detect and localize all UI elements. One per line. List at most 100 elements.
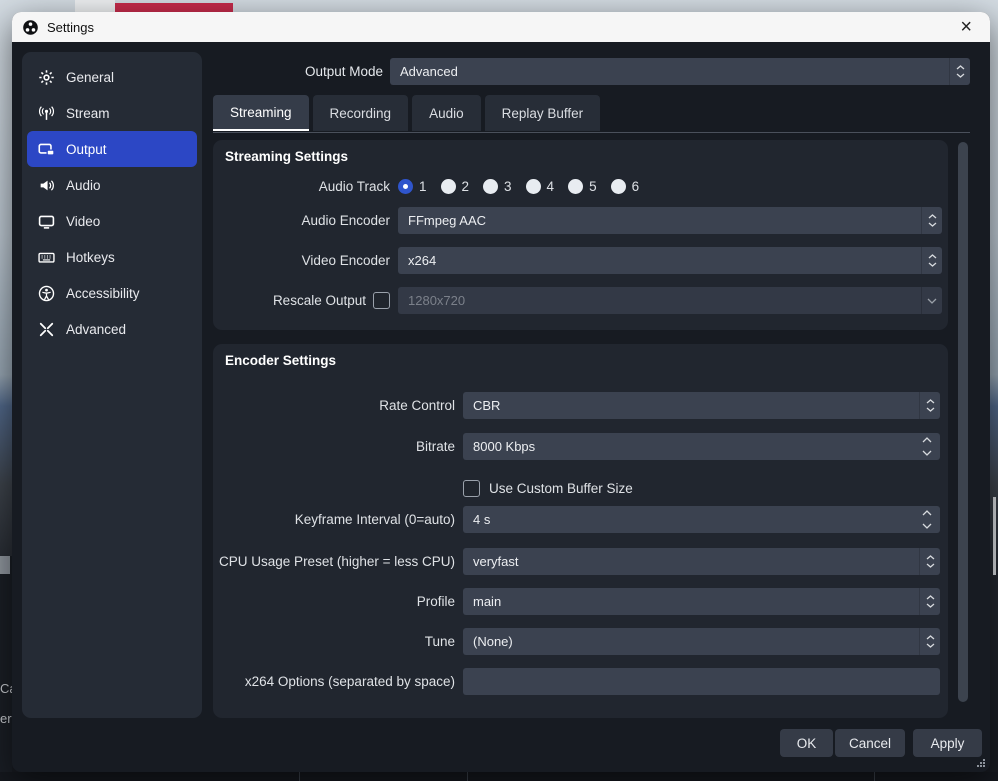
chevron-up-icon [926, 555, 935, 560]
background-bottom-strip [0, 772, 998, 781]
close-icon[interactable]: × [952, 17, 980, 37]
sidebar-item-video[interactable]: Video [27, 203, 197, 239]
content-scrollbar[interactable] [958, 140, 968, 718]
background-left-sliver [0, 556, 12, 781]
spinner[interactable] [921, 207, 942, 234]
radio[interactable] [483, 179, 498, 194]
output-mode-select[interactable]: Advanced [390, 58, 970, 85]
bitrate-spinbox[interactable]: 8000 Kbps [463, 433, 940, 460]
background-left-patch [0, 556, 10, 574]
spinner[interactable] [919, 588, 940, 615]
radio[interactable] [611, 179, 626, 194]
video-encoder-label: Video Encoder [213, 253, 398, 268]
custom-buffer-row: Use Custom Buffer Size [213, 478, 940, 498]
radio-label: 5 [589, 179, 597, 194]
cpu-preset-select[interactable]: veryfast [463, 548, 940, 575]
sidebar-item-general[interactable]: General [27, 59, 197, 95]
audio-track-option[interactable]: 2 [441, 179, 470, 194]
chevron-up-icon [956, 65, 965, 70]
x264-options-input[interactable] [463, 668, 940, 695]
sidebar-item-advanced[interactable]: Advanced [27, 311, 197, 347]
spinner[interactable] [914, 506, 940, 533]
tune-label: Tune [213, 634, 463, 649]
cancel-button[interactable]: Cancel [835, 729, 905, 757]
tools-icon [38, 321, 55, 338]
section-title: Encoder Settings [225, 353, 336, 368]
chevron-down-icon [928, 222, 937, 227]
rescale-output-checkbox[interactable] [373, 292, 390, 309]
radio-selected[interactable] [398, 179, 413, 194]
scrollbar-thumb[interactable] [958, 142, 968, 702]
rate-control-select[interactable]: CBR [463, 392, 940, 419]
radio-label: 4 [547, 179, 555, 194]
spinner[interactable] [921, 287, 942, 314]
bitrate-label: Bitrate [213, 439, 463, 454]
chevron-down-icon [922, 523, 932, 529]
sidebar-item-label: Stream [66, 106, 110, 121]
dialog-titlebar[interactable]: Settings × [12, 12, 990, 42]
apply-button[interactable]: Apply [913, 729, 982, 757]
audio-track-option[interactable]: 6 [611, 179, 640, 194]
chevron-down-icon [926, 603, 935, 608]
spinner[interactable] [914, 433, 940, 460]
chevron-up-icon [926, 399, 935, 404]
sidebar-item-label: Accessibility [66, 286, 140, 301]
tab-recording[interactable]: Recording [313, 95, 409, 131]
cpu-preset-row: CPU Usage Preset (higher = less CPU) ver… [213, 548, 940, 575]
sidebar-item-stream[interactable]: Stream [27, 95, 197, 131]
audio-track-radios: 1 2 3 4 5 6 [398, 179, 639, 194]
rate-control-value: CBR [463, 398, 919, 413]
rescale-output-select[interactable]: 1280x720 [398, 287, 942, 314]
sidebar-item-hotkeys[interactable]: Hotkeys [27, 239, 197, 275]
radio[interactable] [568, 179, 583, 194]
resize-grip[interactable] [977, 759, 986, 768]
audio-track-option[interactable]: 3 [483, 179, 512, 194]
output-tabs: Streaming Recording Audio Replay Buffer [213, 95, 600, 131]
broadcast-icon [38, 105, 55, 122]
keyframe-interval-spinbox[interactable]: 4 s [463, 506, 940, 533]
audio-encoder-value: FFmpeg AAC [398, 213, 921, 228]
sidebar-item-output[interactable]: Output [27, 131, 197, 167]
tab-audio[interactable]: Audio [412, 95, 481, 131]
sidebar-item-audio[interactable]: Audio [27, 167, 197, 203]
radio[interactable] [441, 179, 456, 194]
video-encoder-row: Video Encoder x264 [213, 247, 942, 274]
tab-label: Audio [429, 106, 464, 121]
keyframe-interval-value: 4 s [463, 512, 914, 527]
audio-track-option[interactable]: 5 [568, 179, 597, 194]
sidebar-item-accessibility[interactable]: Accessibility [27, 275, 197, 311]
audio-track-option[interactable]: 1 [398, 179, 427, 194]
custom-buffer-checkbox[interactable] [463, 480, 480, 497]
spinner[interactable] [919, 548, 940, 575]
spinner[interactable] [919, 628, 940, 655]
rate-control-label: Rate Control [213, 398, 463, 413]
spinner[interactable] [949, 58, 970, 85]
chevron-up-icon [922, 437, 932, 443]
chevron-up-icon [928, 214, 937, 219]
keyframe-interval-label: Keyframe Interval (0=auto) [213, 512, 463, 527]
sidebar-item-label: Output [66, 142, 107, 157]
tab-replay-buffer[interactable]: Replay Buffer [485, 95, 601, 131]
radio[interactable] [526, 179, 541, 194]
sidebar-item-label: General [66, 70, 114, 85]
audio-encoder-select[interactable]: FFmpeg AAC [398, 207, 942, 234]
obs-logo-icon [22, 19, 39, 36]
chevron-down-icon [927, 298, 937, 304]
background-right-streak [993, 497, 996, 575]
video-encoder-select[interactable]: x264 [398, 247, 942, 274]
tab-streaming[interactable]: Streaming [213, 95, 309, 131]
spinner[interactable] [921, 247, 942, 274]
ok-button[interactable]: OK [780, 729, 833, 757]
audio-track-option[interactable]: 4 [526, 179, 555, 194]
chevron-down-icon [922, 450, 932, 456]
profile-select[interactable]: main [463, 588, 940, 615]
chevron-up-icon [926, 595, 935, 600]
audio-encoder-row: Audio Encoder FFmpeg AAC [213, 207, 942, 234]
chevron-up-icon [926, 635, 935, 640]
background-divider [299, 772, 300, 781]
spinner[interactable] [919, 392, 940, 419]
chevron-down-icon [926, 643, 935, 648]
tune-select[interactable]: (None) [463, 628, 940, 655]
encoder-settings-panel: Encoder Settings Rate Control CBR Bitrat… [213, 344, 948, 718]
tab-label: Streaming [230, 105, 292, 120]
